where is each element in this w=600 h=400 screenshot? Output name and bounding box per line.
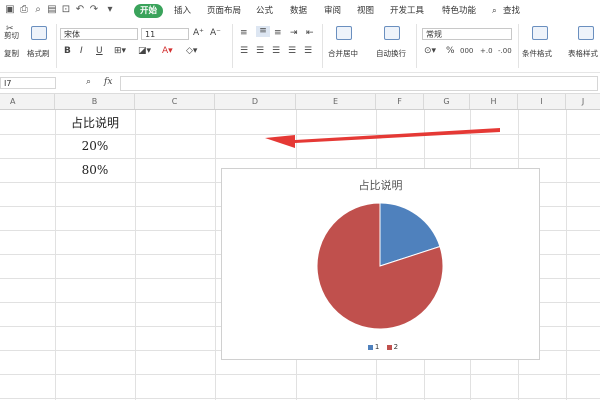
tab-developer[interactable]: 开发工具	[390, 4, 424, 18]
merge-center-button[interactable]: 合并居中	[328, 48, 358, 59]
ribbon: ✂ 剪切 复制 格式刷 宋体 11 A⁺ A⁻ B I U ⊞▾ ◪▾ A▾ ◇…	[0, 22, 600, 72]
clear-format-icon[interactable]: ◇▾	[186, 46, 197, 57]
decrease-font-icon[interactable]: A⁻	[210, 28, 221, 39]
currency-icon[interactable]: ⊙▾	[424, 46, 436, 57]
tab-formulas[interactable]: 公式	[256, 4, 273, 18]
align-center-icon[interactable]: ☰	[256, 46, 264, 57]
underline-icon[interactable]: U	[96, 46, 103, 57]
indent-icon[interactable]: ⇥	[290, 28, 298, 39]
number-format-select[interactable]: 常规	[422, 28, 512, 40]
gridline	[566, 110, 567, 400]
quick-access-dropdown-icon[interactable]: ▾	[104, 4, 116, 16]
formula-bar: I7 ⌕ fx	[0, 72, 600, 94]
bold-icon[interactable]: B	[64, 46, 71, 57]
chart-legend: 1 2	[222, 343, 539, 351]
distributed-icon[interactable]: ☰	[304, 46, 312, 57]
italic-icon[interactable]: I	[80, 46, 83, 57]
align-top-icon[interactable]: ≡	[240, 28, 248, 39]
column-header-b[interactable]: B	[55, 94, 135, 109]
ribbon-separator	[518, 24, 519, 68]
legend-swatch-1	[367, 344, 373, 350]
cell-b3[interactable]: 80%	[55, 163, 135, 177]
align-middle-icon[interactable]: ≡	[256, 26, 270, 37]
column-header-g[interactable]: G	[424, 94, 470, 109]
copy-button[interactable]: 复制	[4, 48, 19, 59]
column-header-e[interactable]: E	[296, 94, 376, 109]
tab-page-layout[interactable]: 页面布局	[207, 4, 241, 18]
ribbon-separator	[322, 24, 323, 68]
print-preview-icon[interactable]: ⌕	[32, 4, 44, 16]
legend-label-1: 1	[374, 343, 380, 351]
column-header-h[interactable]: H	[470, 94, 518, 109]
undo-icon[interactable]: ↶	[74, 4, 86, 16]
column-header-c[interactable]: C	[135, 94, 215, 109]
save-icon[interactable]: ▣	[4, 4, 16, 16]
wrap-text-button[interactable]: 自动换行	[376, 48, 406, 59]
tab-view[interactable]: 视图	[357, 4, 374, 18]
export-pdf-icon[interactable]: ▤	[46, 4, 58, 16]
pie-plot	[316, 202, 444, 330]
tab-start[interactable]: 开始	[134, 4, 164, 18]
justify-icon[interactable]: ☰	[288, 46, 296, 57]
increase-font-icon[interactable]: A⁺	[193, 28, 204, 39]
merge-center-icon[interactable]	[336, 26, 352, 40]
column-header-i[interactable]: I	[518, 94, 566, 109]
name-box[interactable]: I7	[0, 77, 56, 89]
column-header-j[interactable]: J	[566, 94, 600, 109]
align-bottom-icon[interactable]: ≡	[274, 28, 282, 39]
tab-features[interactable]: 特色功能	[442, 4, 476, 18]
legend-swatch-2	[386, 344, 392, 350]
zoom-formula-icon[interactable]: ⌕	[86, 77, 91, 88]
table-style-icon[interactable]	[578, 26, 594, 40]
legend-label-2: 2	[393, 343, 399, 351]
column-header-f[interactable]: F	[376, 94, 424, 109]
conditional-format-icon[interactable]	[532, 26, 548, 40]
conditional-format-button[interactable]: 条件格式	[522, 48, 552, 59]
column-header-d[interactable]: D	[215, 94, 296, 109]
font-size-select[interactable]: 11	[141, 28, 189, 40]
border-icon[interactable]: ⊞▾	[114, 46, 126, 57]
column-header-a[interactable]: A	[0, 94, 55, 109]
align-right-icon[interactable]: ☰	[272, 46, 280, 57]
align-left-icon[interactable]: ☰	[240, 46, 248, 57]
tab-review[interactable]: 审阅	[324, 4, 341, 18]
gridline	[0, 158, 600, 159]
increase-decimal-icon[interactable]: +.0	[480, 46, 493, 57]
font-name-select[interactable]: 宋体	[60, 28, 138, 40]
ribbon-separator	[56, 24, 57, 68]
cut-button[interactable]: 剪切	[4, 30, 19, 41]
format-painter-button[interactable]: 格式刷	[27, 48, 50, 59]
title-bar: ▣ ⎙ ⌕ ▤ ⊡ ↶ ↷ ▾ 开始 插入 页面布局 公式 数据 审阅 视图 开…	[0, 0, 600, 22]
fx-icon[interactable]: fx	[104, 77, 112, 88]
gridline	[0, 374, 600, 375]
cell-b2[interactable]: 20%	[55, 139, 135, 153]
outdent-icon[interactable]: ⇤	[306, 28, 314, 39]
search-icon[interactable]: ⌕	[492, 4, 497, 18]
decrease-decimal-icon[interactable]: -.00	[498, 46, 512, 57]
formula-input[interactable]	[120, 76, 598, 91]
search-label[interactable]: 查找	[503, 4, 520, 18]
ribbon-separator	[416, 24, 417, 68]
cell-b1[interactable]: 占比说明	[55, 114, 135, 131]
annotation-arrow	[265, 128, 500, 148]
format-icon[interactable]: ⊡	[60, 4, 72, 16]
thousands-icon[interactable]: 000	[460, 46, 473, 57]
wrap-text-icon[interactable]	[384, 26, 400, 40]
percent-icon[interactable]: %	[446, 46, 455, 57]
gridline	[0, 398, 600, 399]
pie-chart[interactable]: 占比说明 1 2	[221, 168, 540, 360]
tab-insert[interactable]: 插入	[174, 4, 191, 18]
gridline	[135, 110, 136, 400]
font-color-icon[interactable]: A▾	[162, 46, 173, 57]
fill-color-icon[interactable]: ◪▾	[138, 46, 151, 57]
tab-data[interactable]: 数据	[290, 4, 307, 18]
ribbon-separator	[232, 24, 233, 68]
print-icon[interactable]: ⎙	[18, 4, 30, 16]
column-header-row: A B C D E F G H I J	[0, 94, 600, 110]
gridline	[215, 110, 216, 400]
gridline	[55, 110, 56, 400]
redo-icon[interactable]: ↷	[88, 4, 100, 16]
table-style-button[interactable]: 表格样式	[568, 48, 598, 59]
format-painter-icon[interactable]	[31, 26, 47, 40]
